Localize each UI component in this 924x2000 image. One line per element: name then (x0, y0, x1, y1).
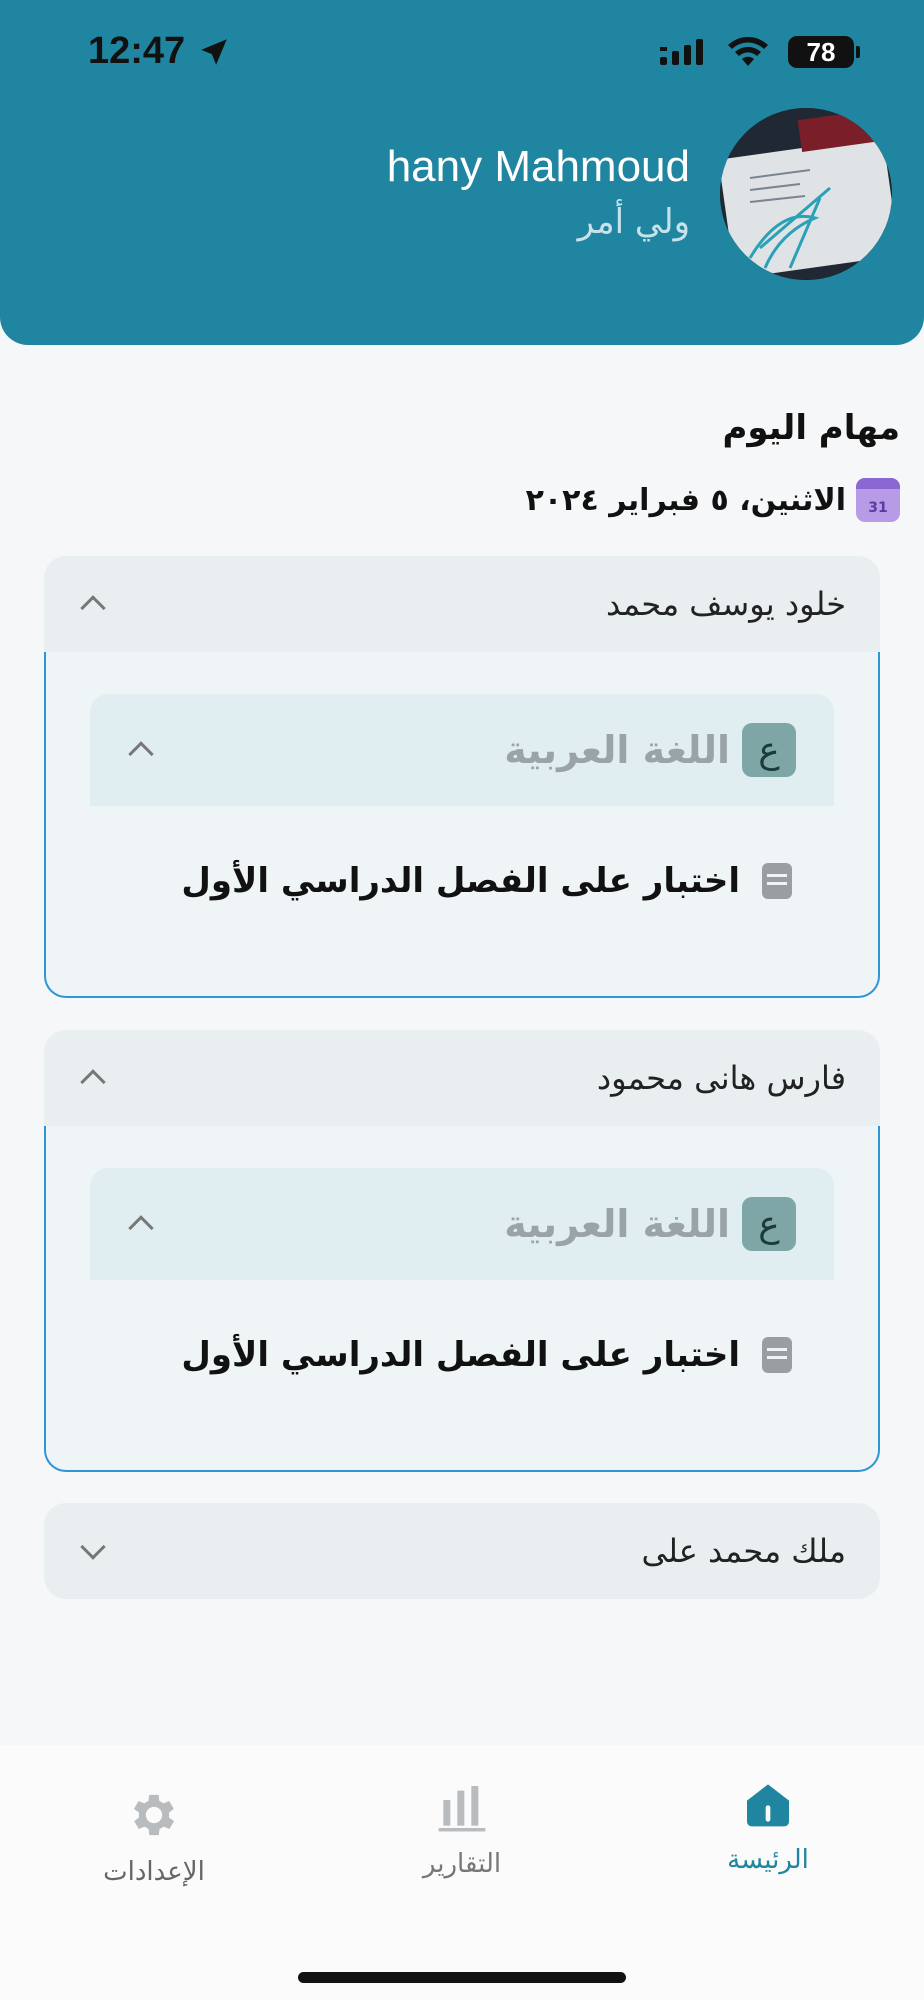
user-name: hany Mahmoud (386, 142, 690, 191)
avatar[interactable] (720, 108, 892, 280)
student-name: خلود يوسف محمد (606, 585, 846, 623)
home-indicator (298, 1972, 626, 1983)
task-title: اختبار على الفصل الدراسي الأول (181, 861, 740, 901)
student-card: ملك محمد على (44, 1503, 880, 1599)
task-item[interactable]: اختبار على الفصل الدراسي الأول (90, 806, 834, 956)
student-name: فارس هانى محمود (596, 1059, 846, 1097)
date-row: 31 الاثنين، ٥ فبراير ٢٠٢٤ (526, 478, 900, 522)
chevron-up-icon[interactable] (80, 595, 106, 621)
nav-item-reports[interactable]: التقارير (362, 1779, 562, 1879)
subject-letter-icon: ع (742, 723, 796, 777)
task-item[interactable]: اختبار على الفصل الدراسي الأول (90, 1280, 834, 1430)
cellular-signal-icon (660, 39, 703, 65)
subject-name: اللغة العربية (504, 728, 730, 772)
student-tasks-panel: ع اللغة العربية اختبار على الفصل الدراسي… (44, 1126, 880, 1472)
student-header[interactable]: خلود يوسف محمد (44, 556, 880, 652)
nav-label-settings: الإعدادات (103, 1857, 205, 1887)
wifi-icon (728, 37, 768, 66)
battery-indicator: 78 (788, 36, 860, 68)
section-title: مهام اليوم (722, 408, 900, 448)
chevron-down-icon[interactable] (80, 1534, 106, 1560)
home-icon (747, 1784, 789, 1827)
bar-chart-icon (438, 1786, 486, 1832)
calendar-icon: 31 (856, 478, 900, 522)
chevron-up-icon[interactable] (128, 1215, 154, 1241)
subject-name: اللغة العربية (504, 1202, 730, 1246)
user-role: ولي أمر (577, 202, 690, 242)
subject-letter-icon: ع (742, 1197, 796, 1251)
task-title: اختبار على الفصل الدراسي الأول (181, 1335, 740, 1375)
document-icon (762, 863, 792, 899)
nav-item-home[interactable]: الرئيسة (668, 1775, 868, 1875)
bottom-navigation: الإعدادات التقارير الرئيسة (0, 1745, 924, 2000)
gear-icon (133, 1794, 175, 1836)
nav-item-settings[interactable]: الإعدادات (54, 1787, 254, 1887)
profile-header: 12:47 78 hany Mahmoud ولي أمر (0, 0, 924, 345)
subject-header[interactable]: ع اللغة العربية (90, 1168, 834, 1280)
student-name: ملك محمد على (641, 1532, 847, 1570)
student-header[interactable]: ملك محمد على (44, 1503, 880, 1599)
student-card: فارس هانى محمود ع اللغة العربية اختبار ع… (44, 1030, 880, 1472)
chevron-up-icon[interactable] (80, 1069, 106, 1095)
location-arrow-icon (201, 38, 227, 65)
status-time: 12:47 (88, 30, 231, 73)
document-icon (762, 1337, 792, 1373)
status-icons: 78 (658, 36, 860, 68)
current-date: الاثنين، ٥ فبراير ٢٠٢٤ (525, 482, 846, 518)
student-tasks-panel: ع اللغة العربية اختبار على الفصل الدراسي… (44, 652, 880, 998)
chevron-up-icon[interactable] (128, 741, 154, 767)
nav-label-reports: التقارير (422, 1849, 502, 1879)
nav-label-home: الرئيسة (727, 1845, 809, 1875)
subject-header[interactable]: ع اللغة العربية (90, 694, 834, 806)
student-card: خلود يوسف محمد ع اللغة العربية اختبار عل… (44, 556, 880, 998)
student-header[interactable]: فارس هانى محمود (44, 1030, 880, 1126)
